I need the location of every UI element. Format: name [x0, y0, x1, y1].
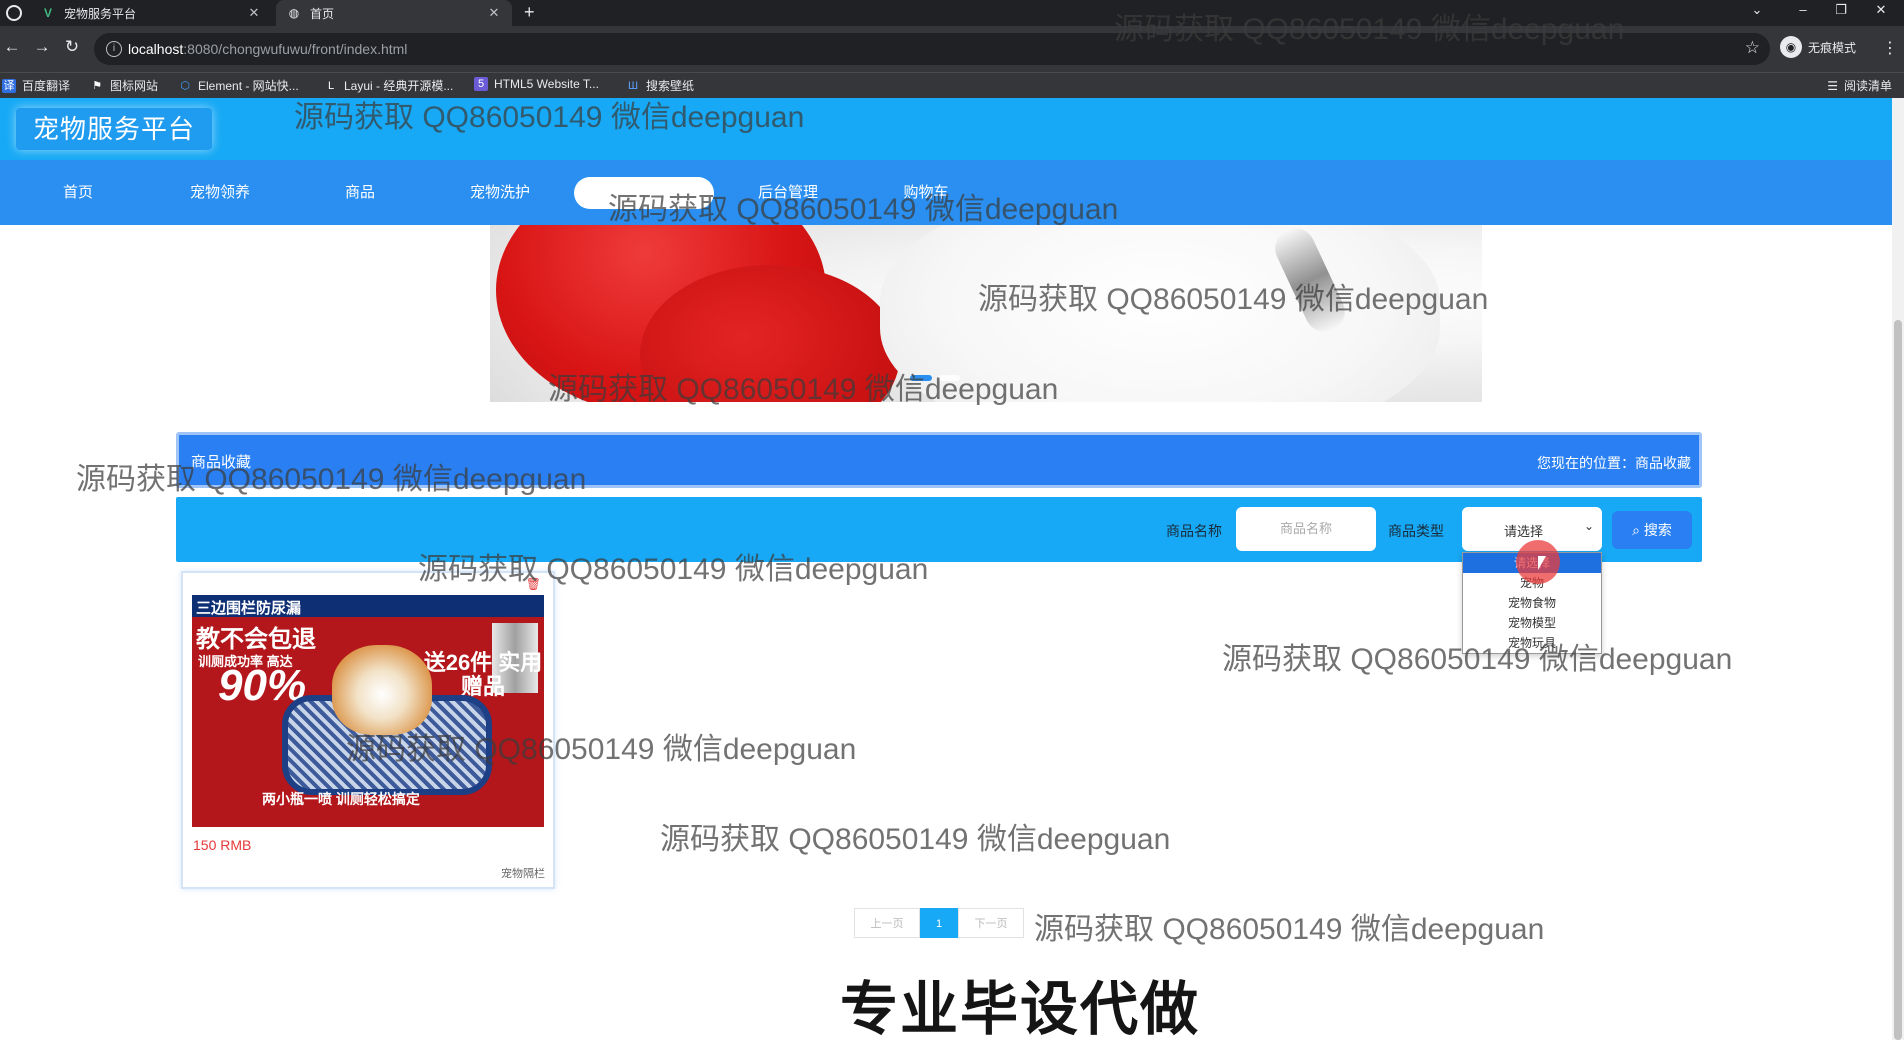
close-icon[interactable]: ✕ [486, 5, 502, 21]
browser-tab-1[interactable]: V 宠物服务平台 ✕ [0, 0, 272, 26]
close-icon[interactable]: ✕ [246, 5, 262, 21]
html5-icon: 5 [474, 77, 488, 91]
bookmark-star-icon[interactable]: ☆ [1745, 38, 1760, 58]
reading-list[interactable]: ☰ 阅读清单 [1827, 77, 1892, 94]
search-icon: ⌕ [1632, 522, 1640, 538]
breadcrumb: 商品收藏 您现在的位置：商品收藏 [176, 432, 1702, 488]
profile-label: 无痕模式 [1808, 40, 1857, 55]
app-root: V 宠物服务平台 ✕ ◍ 首页 ✕ + ⌄ – ❐ ✕ ← → ↻ i loca… [0, 0, 1904, 1040]
tab-title: 宠物服务平台 [64, 6, 137, 21]
site-logo[interactable]: 宠物服务平台 [16, 108, 212, 150]
product-type: 宠物隔栏 [501, 868, 545, 880]
incognito-profile[interactable]: ◉ 无痕模式 [1780, 36, 1856, 58]
nav-cart[interactable]: 购物车 [886, 160, 966, 225]
globe-icon: ◍ [288, 6, 300, 20]
element-icon: ⬡ [180, 79, 190, 92]
forward-icon[interactable]: → [30, 37, 54, 57]
pagination: 上一页 1 下一页 [854, 908, 1024, 938]
nav-goods[interactable]: 商品 [320, 160, 400, 225]
tab-title: 首页 [310, 6, 335, 21]
page-number-button[interactable]: 1 [920, 908, 958, 938]
reading-list-icon: ☰ [1827, 78, 1838, 93]
next-page-button[interactable]: 下一页 [958, 908, 1024, 938]
product-price: 150 RMB [193, 837, 252, 853]
carousel-dot[interactable] [938, 375, 960, 381]
banner-image-pet [880, 225, 1440, 402]
site-header: 宠物服务平台 [0, 98, 1892, 160]
bookmark-item[interactable]: ⬡ Element - 网站快... [178, 77, 299, 94]
goods-name-input[interactable]: 商品名称 [1236, 507, 1376, 551]
search-button[interactable]: ⌕ 搜索 [1612, 511, 1692, 549]
address-bar[interactable]: i localhost:8080/chongwufuwu/front/index… [94, 33, 1770, 65]
window-close-icon[interactable]: ✕ [1866, 2, 1896, 18]
current-location: 您现在的位置：商品收藏 [1537, 455, 1691, 471]
translate-icon: 译 [2, 78, 16, 93]
browser-toolbar: ← → ↻ i localhost:8080/chongwufuwu/front… [0, 26, 1904, 72]
bookmark-item[interactable]: 5 HTML5 Website T... [474, 77, 599, 91]
info-icon[interactable]: i [106, 41, 122, 57]
more-menu-icon[interactable]: ⋮ [1882, 38, 1898, 58]
flag-icon: ⚑ [92, 79, 102, 92]
page-scrollbar[interactable] [1892, 98, 1904, 1040]
product-card[interactable]: 🗑 三边围栏防尿漏 教不会包退 训厕成功率 高达 90% 送26件 实用赠品 两… [181, 571, 555, 889]
delete-icon[interactable]: 🗑 [526, 577, 541, 591]
scroll-thumb[interactable] [1894, 320, 1902, 1040]
promo-overlay-text: 专业毕设代做 [840, 975, 1201, 1040]
carousel-indicators [910, 375, 960, 381]
dog-image [332, 645, 432, 735]
mouse-cursor-icon [1538, 556, 1546, 570]
bookmarks-bar: 译 百度翻译 ⚑ 图标网站 ⬡ Element - 网站快... L Layui… [0, 72, 1904, 98]
minimize-icon[interactable]: – [1788, 2, 1818, 17]
bookmark-item[interactable]: L Layui - 经典开源模... [324, 77, 453, 94]
section-title: 商品收藏 [191, 454, 252, 471]
browser-tab-bar: V 宠物服务平台 ✕ ◍ 首页 ✕ + ⌄ – ❐ ✕ [0, 0, 1904, 26]
watermark: 源码获取 QQ86050149 微信deepguan [660, 823, 1171, 856]
name-label: 商品名称 [1166, 523, 1222, 539]
main-nav: 首页 宠物领养 商品 宠物洗护 后台管理 购物车 [0, 160, 1892, 225]
bookmark-item[interactable]: ⚑ 图标网站 [90, 77, 158, 94]
dropdown-option[interactable]: 宠物玩具 [1463, 633, 1601, 653]
tab-search-icon[interactable]: ⌄ [1742, 2, 1772, 18]
banner-carousel[interactable] [490, 225, 1482, 402]
watermark: 源码获取 QQ86050149 微信deepguan [1034, 913, 1545, 946]
nav-admin[interactable]: 后台管理 [748, 160, 828, 225]
nav-home[interactable]: 首页 [38, 160, 118, 225]
browser-tab-2[interactable]: ◍ 首页 ✕ [276, 0, 512, 26]
nav-adoption[interactable]: 宠物领养 [180, 160, 260, 225]
bookmark-item[interactable]: Ш 搜索壁纸 [626, 77, 694, 94]
url-text[interactable]: localhost:8080/chongwufuwu/front/index.h… [128, 41, 407, 57]
nav-active-item[interactable] [574, 177, 714, 209]
wallpaper-icon: Ш [627, 79, 639, 92]
dropdown-option[interactable]: 宠物食物 [1463, 593, 1601, 613]
reload-icon[interactable]: ↻ [60, 37, 84, 57]
dropdown-option[interactable]: 宠物模型 [1463, 613, 1601, 633]
nav-pet-grooming[interactable]: 宠物洗护 [460, 160, 540, 225]
layui-icon: L [327, 79, 335, 92]
type-label: 商品类型 [1388, 523, 1444, 539]
vue-icon: V [43, 6, 52, 20]
restore-icon[interactable]: ❐ [1826, 2, 1856, 18]
chevron-down-icon: ⌄ [1583, 519, 1594, 533]
prev-page-button[interactable]: 上一页 [854, 908, 920, 938]
new-tab-icon[interactable]: + [524, 2, 535, 23]
incognito-icon: ◉ [1780, 36, 1802, 58]
product-image[interactable]: 三边围栏防尿漏 教不会包退 训厕成功率 高达 90% 送26件 实用赠品 两小瓶… [192, 595, 544, 827]
back-icon[interactable]: ← [0, 37, 24, 57]
bookmark-item[interactable]: 译 百度翻译 [2, 77, 70, 94]
carousel-dot[interactable] [910, 375, 932, 381]
